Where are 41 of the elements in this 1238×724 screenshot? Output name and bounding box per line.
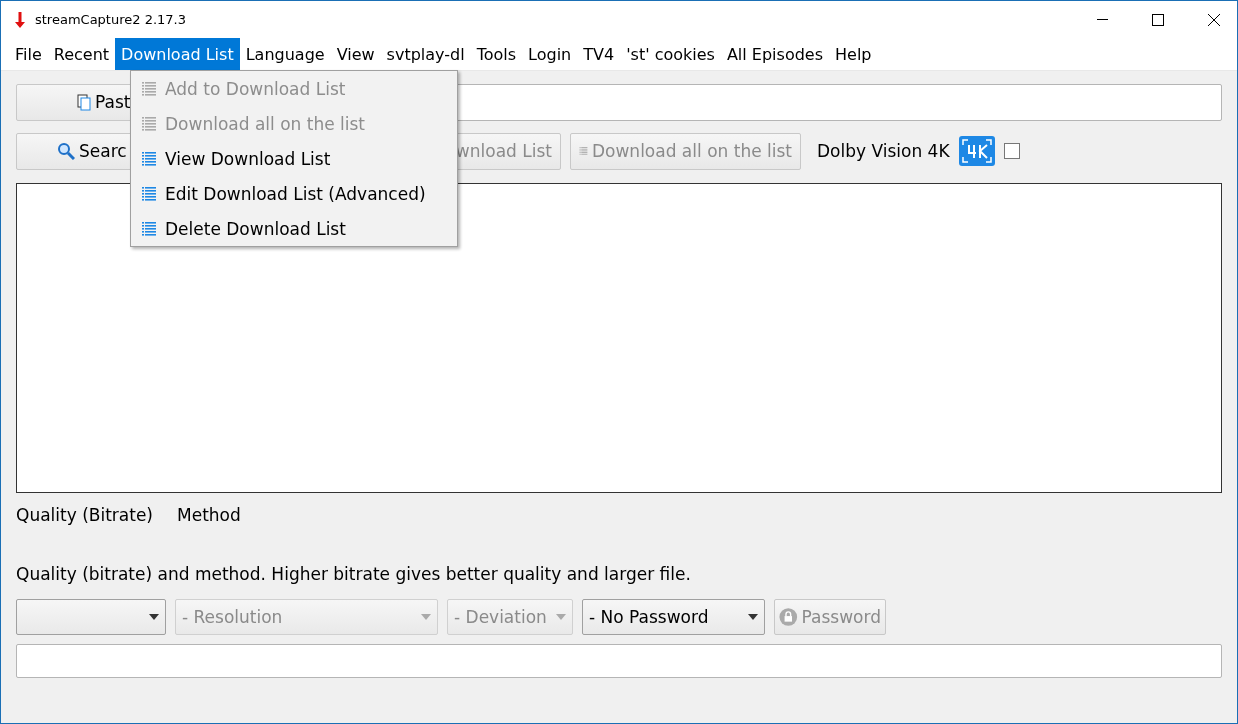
dropdown-select[interactable]: [16, 599, 166, 635]
lock-icon: [779, 607, 798, 627]
method-label: Method: [177, 505, 241, 525]
menu-item[interactable]: Recent: [47, 38, 116, 70]
menu-item[interactable]: Language: [239, 38, 331, 70]
menu-item[interactable]: Download List: [115, 38, 240, 70]
list-icon: [141, 115, 157, 132]
close-icon: [1208, 13, 1220, 26]
menu-item[interactable]: View: [330, 38, 381, 70]
caret-icon: [149, 614, 159, 620]
list-icon: [141, 185, 157, 202]
menu-option[interactable]: Edit Download List (Advanced): [131, 176, 457, 211]
caret-icon: [556, 614, 566, 620]
menu-item[interactable]: File: [9, 38, 48, 70]
list-icon: [141, 220, 157, 237]
caret-icon: [421, 614, 431, 620]
list-icon: [141, 80, 157, 97]
maximize-icon: [1152, 13, 1164, 26]
menu-item[interactable]: TV4: [577, 38, 621, 70]
menu-item[interactable]: Login: [522, 38, 578, 70]
dropdown-select[interactable]: - No Password: [582, 599, 765, 635]
window-title: streamCapture2 2.17.3: [35, 12, 187, 27]
down-arrow-icon: [15, 11, 25, 28]
menu-item[interactable]: svtplay-dl: [380, 38, 471, 70]
menu-option[interactable]: Delete Download List: [131, 211, 457, 246]
minimize-icon: [1096, 18, 1108, 21]
search-icon: [57, 142, 75, 160]
dolby-label: Dolby Vision 4K: [817, 141, 950, 161]
dolby-checkbox[interactable]: [1003, 143, 1020, 159]
4k-icon: [958, 136, 995, 166]
menu-item[interactable]: 'st' cookies: [620, 38, 721, 70]
menu-item[interactable]: All Episodes: [720, 38, 829, 70]
caret-icon: [748, 614, 758, 620]
hint-text: Quality (bitrate) and method. Higher bitrate gives better quality and larger file.: [16, 564, 692, 584]
output-field[interactable]: [16, 644, 1222, 678]
clipboard-icon: [77, 93, 91, 111]
menu-item[interactable]: Help: [829, 38, 878, 70]
quality-label: Quality (Bitrate): [16, 505, 153, 525]
menu-item[interactable]: Tools: [470, 38, 523, 70]
menu-option[interactable]: View Download List: [131, 141, 457, 176]
list-icon: [141, 150, 157, 167]
